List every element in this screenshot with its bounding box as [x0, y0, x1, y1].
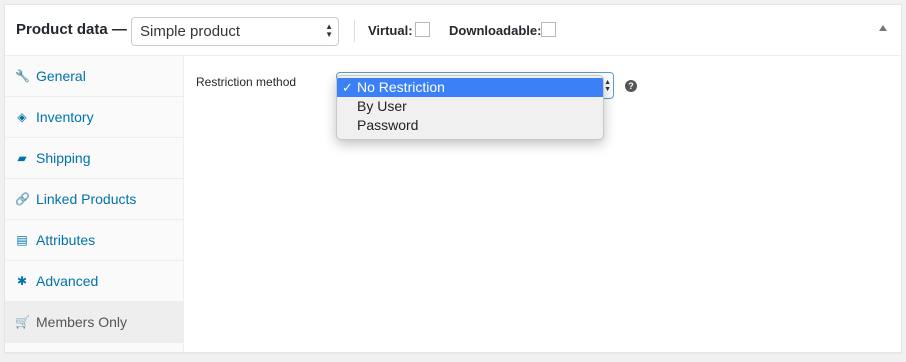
- tab-general[interactable]: 🔧 General: [5, 56, 183, 97]
- tab-attributes[interactable]: ▤ Attributes: [5, 220, 183, 261]
- option-label: Password: [357, 117, 419, 133]
- tab-members-only[interactable]: 🛒 Members Only: [5, 302, 183, 343]
- product-type-select[interactable]: Simple product ▲ ▼: [131, 17, 339, 46]
- option-label: By User: [357, 98, 407, 114]
- truck-icon: ▰: [17, 151, 27, 165]
- option-by-user[interactable]: By User: [337, 97, 603, 116]
- link-icon: 🔗: [15, 192, 30, 206]
- cart-icon: 🛒: [15, 315, 30, 329]
- tab-label: Shipping: [36, 150, 91, 166]
- restriction-method-label: Restriction method: [196, 75, 297, 89]
- tab-linked-products[interactable]: 🔗 Linked Products: [5, 179, 183, 220]
- tab-advanced[interactable]: ✱ Advanced: [5, 261, 183, 302]
- restriction-options-dropdown: ✓ No Restriction By User Password: [336, 75, 604, 140]
- product-data-panel: Product data — Simple product ▲ ▼ Virtual…: [4, 4, 902, 353]
- tag-icon: ◈: [17, 110, 27, 124]
- gear-icon: ✱: [16, 274, 28, 288]
- select-arrows-icon: ▲ ▼: [604, 79, 611, 93]
- option-password[interactable]: Password: [337, 116, 603, 135]
- downloadable-label: Downloadable:: [449, 23, 542, 38]
- tab-label: General: [36, 68, 86, 84]
- tab-shipping[interactable]: ▰ Shipping: [5, 138, 183, 179]
- virtual-label: Virtual:: [368, 23, 413, 38]
- help-icon[interactable]: ?: [625, 80, 637, 92]
- tab-inventory[interactable]: ◈ Inventory: [5, 97, 183, 138]
- tab-label: Advanced: [36, 273, 99, 289]
- collapse-arrow-icon[interactable]: [879, 25, 887, 31]
- tab-label: Inventory: [36, 109, 94, 125]
- checkmark-icon: ✓: [342, 80, 353, 95]
- downloadable-checkbox[interactable]: [541, 22, 556, 37]
- wrench-icon: 🔧: [15, 69, 30, 83]
- tab-label: Members Only: [36, 314, 128, 330]
- option-no-restriction[interactable]: ✓ No Restriction: [337, 78, 603, 97]
- tab-label: Attributes: [36, 232, 96, 248]
- list-icon: ▤: [16, 233, 28, 247]
- product-data-tabs: 🔧 General ◈ Inventory ▰ Shipping 🔗 Linked Produ…: [5, 56, 184, 352]
- tab-label: Linked Products: [36, 191, 137, 207]
- panel-header: Product data — Simple product ▲ ▼ Virtual…: [5, 5, 901, 56]
- option-label: No Restriction: [357, 79, 445, 95]
- virtual-checkbox[interactable]: [415, 22, 430, 37]
- product-type-value: Simple product: [140, 23, 241, 40]
- select-arrows-icon: ▲ ▼: [325, 22, 333, 39]
- panel-title: Product data —: [16, 21, 127, 38]
- header-divider: [354, 20, 355, 42]
